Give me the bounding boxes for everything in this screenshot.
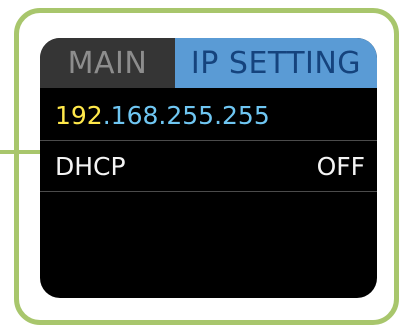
tab-ip-setting-label: IP SETTING	[190, 45, 362, 81]
dhcp-label: DHCP	[55, 152, 126, 181]
tab-bar: MAIN IP SETTING	[40, 38, 377, 88]
tab-ip-setting[interactable]: IP SETTING	[175, 38, 377, 88]
ip-address-field[interactable]: 192. 168. 255. 255	[40, 90, 377, 141]
dhcp-setting-row[interactable]: DHCP OFF	[40, 142, 377, 192]
tab-main[interactable]: MAIN	[40, 38, 175, 88]
callout-leader-line	[0, 150, 40, 154]
ip-separator-3: .	[214, 100, 223, 130]
ip-octet-4[interactable]: 255	[222, 101, 270, 130]
ip-octet-3[interactable]: 255	[166, 101, 214, 130]
dhcp-value[interactable]: OFF	[317, 152, 365, 181]
ip-separator-1: .	[102, 100, 111, 130]
ip-octet-2[interactable]: 168	[111, 101, 159, 130]
ip-octet-1[interactable]: 192	[55, 101, 103, 130]
device-screen: MAIN IP SETTING 192. 168. 255. 255 DHCP OFF	[40, 38, 377, 298]
tab-main-label: MAIN	[67, 45, 148, 81]
ip-separator-2: .	[158, 100, 167, 130]
